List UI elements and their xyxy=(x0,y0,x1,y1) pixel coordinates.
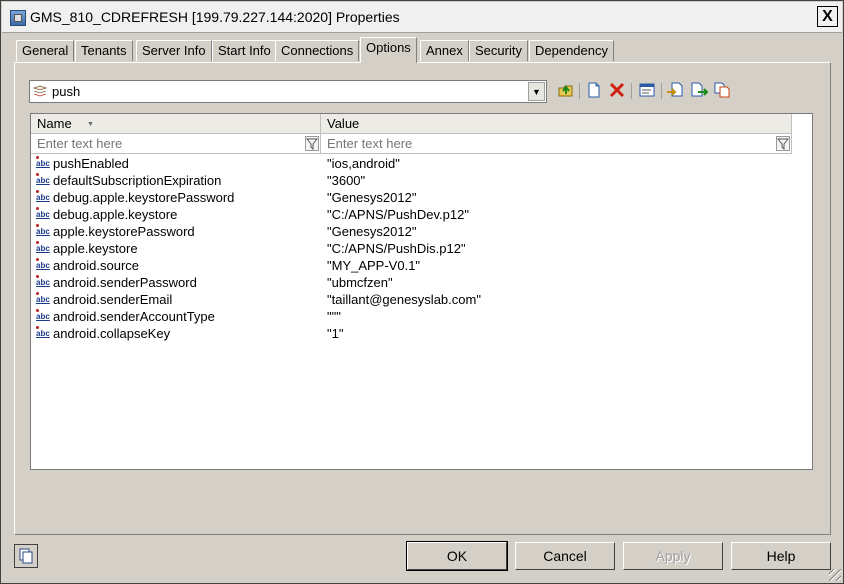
toolbar-separator xyxy=(579,83,580,99)
delete-icon[interactable] xyxy=(607,81,627,101)
column-name-label: Name xyxy=(37,116,72,131)
option-name: debug.apple.keystore xyxy=(53,207,178,222)
windows-icon xyxy=(19,548,33,564)
tab-security[interactable]: Security xyxy=(469,40,528,61)
filter-icon[interactable] xyxy=(776,136,790,151)
ok-button[interactable]: OK xyxy=(406,541,508,571)
option-name: android.senderAccountType xyxy=(53,309,215,324)
option-value: "MY_APP-V0.1" xyxy=(327,258,421,273)
option-value: """ xyxy=(327,309,341,324)
string-type-icon: abc xyxy=(36,326,50,338)
option-value: "C:/APNS/PushDis.p12" xyxy=(327,241,466,256)
option-name: defaultSubscriptionExpiration xyxy=(53,173,222,188)
column-header-value[interactable]: Value xyxy=(321,114,792,133)
title-bar[interactable]: GMS_810_CDREFRESH [199.79.227.144:2020] … xyxy=(2,2,842,33)
properties-dialog: GMS_810_CDREFRESH [199.79.227.144:2020] … xyxy=(0,0,844,584)
tab-dependency[interactable]: Dependency xyxy=(529,40,614,61)
tab-general[interactable]: General xyxy=(16,40,75,61)
option-name: android.senderEmail xyxy=(53,292,173,307)
table-row[interactable]: abc pushEnabled "ios,android" xyxy=(31,155,792,172)
toolbar-separator xyxy=(631,83,632,99)
copy-to-clipboard-button[interactable] xyxy=(14,544,38,568)
resize-grip[interactable] xyxy=(829,569,841,581)
toolbar-separator xyxy=(661,83,662,99)
tab-options[interactable]: Options xyxy=(360,37,417,63)
table-row[interactable]: abc android.collapseKey "1" xyxy=(31,325,792,342)
import-icon[interactable] xyxy=(665,81,685,101)
string-type-icon: abc xyxy=(36,241,50,253)
export-icon[interactable] xyxy=(689,81,709,101)
name-filter-input[interactable] xyxy=(37,135,297,152)
filter-icon[interactable] xyxy=(305,136,319,151)
chevron-down-icon[interactable]: ▼ xyxy=(528,82,545,101)
cancel-button[interactable]: Cancel xyxy=(515,542,615,570)
copy-icon[interactable] xyxy=(712,81,732,101)
table-row[interactable]: abc defaultSubscriptionExpiration "3600" xyxy=(31,172,792,189)
table-row[interactable]: abc apple.keystorePassword "Genesys2012" xyxy=(31,223,792,240)
window-title: GMS_810_CDREFRESH [199.79.227.144:2020] … xyxy=(30,9,400,25)
tab-tenants[interactable]: Tenants xyxy=(75,40,133,61)
option-name: android.source xyxy=(53,258,139,273)
option-value: "taillant@genesyslab.com" xyxy=(327,292,481,307)
option-name: apple.keystore xyxy=(53,241,138,256)
apply-button: Apply xyxy=(623,542,723,570)
option-value: "ios,android" xyxy=(327,156,400,171)
column-value-label: Value xyxy=(327,116,360,131)
option-name: android.senderPassword xyxy=(53,275,197,290)
table-row[interactable]: abc android.source "MY_APP-V0.1" xyxy=(31,257,792,274)
tab-annex[interactable]: Annex xyxy=(420,40,469,61)
string-type-icon: abc xyxy=(36,275,50,287)
string-type-icon: abc xyxy=(36,190,50,202)
column-header-name[interactable]: Name ▼ xyxy=(31,114,321,133)
tab-server-info[interactable]: Server Info xyxy=(136,40,212,61)
close-icon: X xyxy=(822,8,833,25)
section-select-value: push xyxy=(52,84,81,99)
edit-icon[interactable] xyxy=(637,81,657,101)
option-value: "ubmcfzen" xyxy=(327,275,393,290)
table-row[interactable]: abc debug.apple.keystore "C:/APNS/PushDev.… xyxy=(31,206,792,223)
string-type-icon: abc xyxy=(36,207,50,219)
value-filter-input[interactable] xyxy=(327,135,587,152)
option-name: debug.apple.keystorePassword xyxy=(53,190,235,205)
sort-arrow-icon: ▼ xyxy=(87,121,94,128)
option-name: apple.keystorePassword xyxy=(53,224,195,239)
table-row[interactable]: abc android.senderEmail "taillant@genesysl… xyxy=(31,291,792,308)
string-type-icon: abc xyxy=(36,258,50,270)
string-type-icon: abc xyxy=(36,173,50,185)
string-type-icon: abc xyxy=(36,292,50,304)
section-select[interactable]: push ▼ xyxy=(29,80,547,103)
table-row[interactable]: abc debug.apple.keystorePassword "Genesys2… xyxy=(31,189,792,206)
option-value: "1" xyxy=(327,326,344,341)
tab-start-info[interactable]: Start Info xyxy=(212,40,277,61)
value-filter-cell xyxy=(321,134,792,153)
filter-row xyxy=(31,134,792,154)
table-row[interactable]: abc android.senderPassword "ubmcfzen" xyxy=(31,274,792,291)
new-icon[interactable] xyxy=(584,81,604,101)
help-button[interactable]: Help xyxy=(731,542,831,570)
grid-header: Name ▼ Value xyxy=(31,114,792,134)
options-grid: Name ▼ Value abcpushEnabled"ios,a xyxy=(30,113,813,470)
option-value: "Genesys2012" xyxy=(327,190,417,205)
name-filter-cell xyxy=(31,134,321,153)
option-value: "C:/APNS/PushDev.p12" xyxy=(327,207,469,222)
up-folder-icon[interactable] xyxy=(556,81,576,101)
option-value: "3600" xyxy=(327,173,366,188)
app-icon xyxy=(10,10,26,26)
option-name: pushEnabled xyxy=(53,156,129,171)
string-type-icon: abc xyxy=(36,224,50,236)
close-button[interactable]: X xyxy=(817,6,838,27)
option-value: "Genesys2012" xyxy=(327,224,417,239)
grid-rows: abc pushEnabled "ios,android" abc defaultSu… xyxy=(31,155,792,342)
option-name: android.collapseKey xyxy=(53,326,171,341)
table-row[interactable]: abc apple.keystore "C:/APNS/PushDis.p12" xyxy=(31,240,792,257)
tab-connections[interactable]: Connections xyxy=(275,40,360,61)
table-row[interactable]: abc android.senderAccountType """ xyxy=(31,308,792,325)
string-type-icon: abc xyxy=(36,309,50,321)
string-type-icon: abc xyxy=(36,156,50,168)
section-icon xyxy=(33,85,47,97)
